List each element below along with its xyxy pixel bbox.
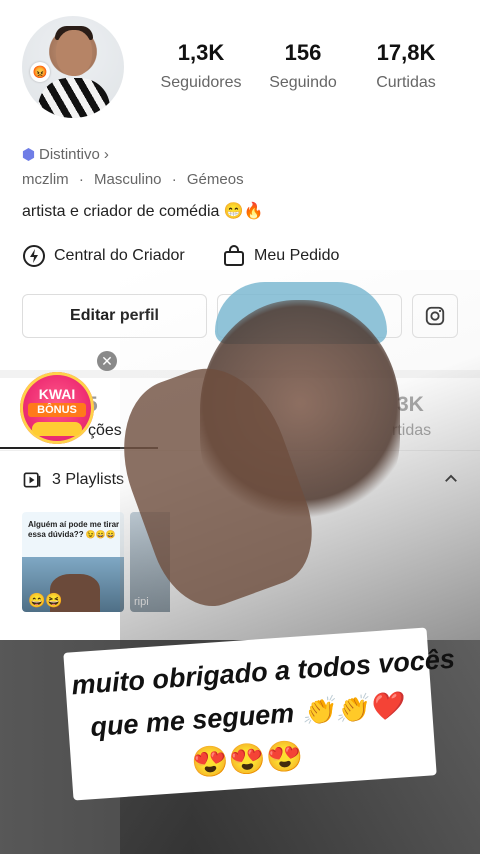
following-label: Seguindo (269, 74, 337, 91)
following-count: 156 (284, 40, 322, 65)
caption-line-2: que me seguem 👏👏❤️ (89, 690, 404, 743)
hexagon-badge-icon (22, 148, 35, 161)
stat-following[interactable]: 156 Seguindo (248, 40, 358, 92)
avatar-shirt (38, 78, 110, 118)
likes-label: Curtidas (376, 74, 436, 91)
playlist-thumbnail[interactable]: Alguém aí pode me tirar essa dúvida?? 😉😄… (22, 512, 124, 612)
username: mczlim (22, 171, 69, 188)
caption-line-3: 😍😍😍 (190, 739, 305, 781)
gender: Masculino (94, 171, 162, 188)
followers-label: Seguidores (160, 74, 242, 91)
thumbnail-emoji: 😄😆 (28, 592, 63, 608)
creator-center-link[interactable]: Central do Criador (22, 244, 185, 268)
zodiac-sign: Gémeos (186, 171, 244, 188)
stat-likes[interactable]: 17,8K Curtidas (351, 40, 461, 92)
kwai-title: KWAI (38, 386, 76, 402)
badge-label: Distintivo (39, 146, 100, 163)
avatar-emoji-badge[interactable]: 😡 (30, 62, 50, 82)
meta-dot: · (171, 171, 177, 188)
video-caption-banner: muito obrigado a todos vocês que me segu… (63, 627, 456, 801)
likes-count: 17,8K (376, 40, 436, 65)
kwai-bonus-badge[interactable]: KWAI BÔNUS (20, 372, 94, 444)
meta-dot: · (78, 171, 84, 188)
chevron-right-icon: › (103, 146, 109, 163)
profile-bio: artista e criador de comédia 😁🔥 (22, 203, 264, 220)
coins-icon (32, 422, 82, 436)
playlist-icon (23, 472, 41, 488)
stat-followers[interactable]: 1,3K Seguidores (146, 40, 256, 92)
close-promo-button[interactable]: ✕ (97, 351, 117, 371)
playlists-header[interactable]: 3 Playlists (22, 470, 124, 490)
profile-meta: mczlim · Masculino · Gémeos (22, 171, 250, 188)
avatar-face (56, 30, 92, 76)
shopping-bag-icon (224, 245, 244, 266)
creator-center-label: Central do Criador (54, 247, 185, 264)
followers-count: 1,3K (177, 40, 225, 65)
lightning-icon (23, 245, 45, 267)
tab-publications-label[interactable]: ções (88, 422, 122, 440)
my-order-label: Meu Pedido (254, 247, 340, 264)
badge-link[interactable]: Distintivo › (22, 146, 109, 163)
playlists-label: 3 Playlists (52, 471, 125, 488)
thumbnail-caption: Alguém aí pode me tirar essa dúvida?? 😉😄… (28, 520, 120, 539)
kwai-subtitle: BÔNUS (28, 403, 86, 417)
my-order-link[interactable]: Meu Pedido (222, 244, 339, 268)
